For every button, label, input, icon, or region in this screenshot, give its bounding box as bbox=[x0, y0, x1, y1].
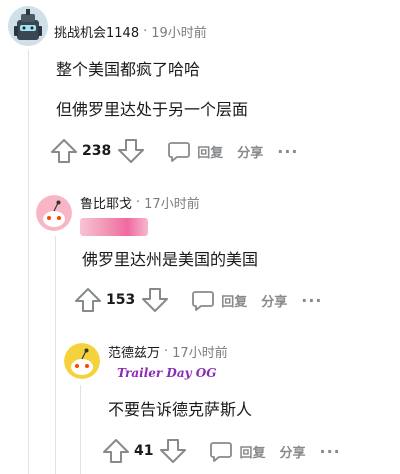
share-button[interactable]: 分享 bbox=[261, 291, 287, 310]
vote-score: 153 bbox=[106, 292, 136, 308]
yellow-alien-avatar-icon[interactable] bbox=[64, 343, 100, 379]
pink-alien-avatar-icon[interactable] bbox=[36, 195, 72, 231]
robot-avatar-icon[interactable] bbox=[8, 6, 48, 46]
user-flair-badge: Trailer Day OG bbox=[117, 366, 217, 380]
reply-label: 回复 bbox=[239, 445, 266, 461]
thread-line-2 bbox=[55, 236, 56, 474]
upvote-icon[interactable] bbox=[74, 286, 102, 314]
comment-3-header: 范德兹万 · 17小时前 bbox=[108, 342, 228, 361]
author-name[interactable]: 挑战机会1148 bbox=[54, 22, 139, 41]
timestamp[interactable]: 17小时前 bbox=[144, 193, 200, 212]
separator-dot: · bbox=[164, 344, 169, 359]
comment-2-actions: 153 回复 分享 ··· bbox=[74, 285, 323, 315]
timestamp[interactable]: 17小时前 bbox=[172, 342, 228, 361]
share-button[interactable]: 分享 bbox=[237, 142, 263, 161]
comment-text-line: 佛罗里达州是美国的美国 bbox=[82, 250, 259, 269]
upvote-icon[interactable] bbox=[102, 437, 130, 465]
downvote-icon[interactable] bbox=[159, 437, 187, 465]
comment-bubble-icon bbox=[192, 291, 215, 311]
reply-button[interactable]: 回复 bbox=[209, 439, 266, 463]
reply-button[interactable]: 回复 bbox=[167, 139, 223, 163]
reply-label: 回复 bbox=[221, 294, 248, 310]
downvote-icon[interactable] bbox=[141, 286, 169, 314]
reply-button[interactable]: 回复 bbox=[191, 288, 247, 312]
thread-line-1 bbox=[28, 50, 29, 474]
timestamp[interactable]: 19小时前 bbox=[151, 22, 207, 41]
comment-2-header: 鲁比耶戈 · 17小时前 bbox=[80, 193, 200, 212]
vote-score: 41 bbox=[134, 443, 154, 459]
comment-3-actions: 41 回复 分享 ··· bbox=[102, 436, 341, 466]
separator-dot: · bbox=[136, 195, 141, 210]
share-button[interactable]: 分享 bbox=[280, 442, 306, 461]
vote-score: 238 bbox=[82, 143, 112, 159]
author-name[interactable]: 范德兹万 bbox=[108, 342, 160, 361]
comment-text-line: 整个美国都疯了哈哈 bbox=[56, 60, 201, 79]
comment-text-line: 不要告诉德克萨斯人 bbox=[108, 400, 253, 419]
more-options-icon[interactable]: ··· bbox=[277, 142, 298, 161]
downvote-icon[interactable] bbox=[117, 137, 145, 165]
reply-label: 回复 bbox=[197, 145, 224, 161]
author-name[interactable]: 鲁比耶戈 bbox=[80, 193, 132, 212]
comment-bubble-icon bbox=[168, 142, 191, 162]
upvote-icon[interactable] bbox=[50, 137, 78, 165]
comment-text-line: 但佛罗里达处于另一个层面 bbox=[56, 100, 249, 119]
user-flair-badge bbox=[80, 218, 148, 236]
comment-1-actions: 238 回复 分享 ··· bbox=[50, 136, 299, 166]
comment-bubble-icon bbox=[210, 442, 233, 462]
thread-line-3 bbox=[80, 385, 81, 474]
more-options-icon[interactable]: ··· bbox=[320, 442, 341, 461]
comment-1-header: 挑战机会1148 · 19小时前 bbox=[54, 22, 207, 41]
more-options-icon[interactable]: ··· bbox=[301, 291, 322, 310]
separator-dot: · bbox=[143, 24, 148, 39]
